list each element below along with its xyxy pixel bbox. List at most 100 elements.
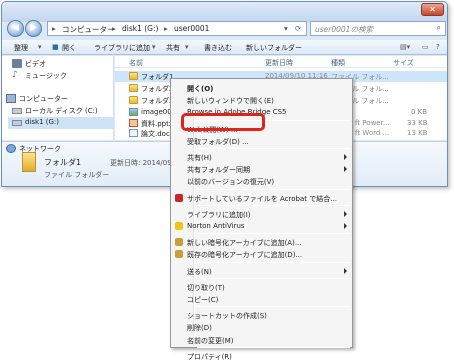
submenu-arrow-icon — [344, 154, 347, 160]
details-name: フォルダ1 — [44, 158, 82, 167]
close-button[interactable]: ✕ — [421, 3, 444, 16]
menu-item-label: Web公開(W) ... — [187, 125, 238, 134]
menu-separator — [197, 119, 350, 121]
help-icon[interactable]: ? — [436, 43, 440, 51]
menu-item[interactable]: 共有(H) — [171, 151, 352, 163]
submenu-arrow-icon — [344, 166, 347, 173]
file-name: フォルダ3 — [141, 97, 174, 105]
sidebar-item-local-disk[interactable]: ローカル ディスク (C:) — [8, 105, 120, 117]
menu-item[interactable]: 共有フォルダー同期 — [171, 163, 352, 175]
search-placeholder: user0001の検索 — [315, 25, 373, 34]
menu-item-label: 共有(H) — [187, 154, 212, 162]
share-button[interactable]: 共有 — [166, 43, 180, 53]
menu-separator — [197, 204, 350, 206]
acrobat-icon — [175, 193, 183, 202]
sidebar-item-computer[interactable]: コンピューター — [2, 93, 114, 105]
chevron-right-icon: ▸ — [112, 24, 116, 33]
norton-icon — [175, 222, 183, 230]
open-icon: ■ — [52, 43, 59, 51]
menu-item[interactable]: 新しいウィンドウで開く(E) — [171, 94, 352, 106]
breadcrumb-computer[interactable]: コンピューター — [62, 24, 115, 35]
word-file-icon — [129, 129, 138, 137]
column-date[interactable]: 更新日時 — [265, 58, 293, 68]
sidebar-item-video[interactable]: ビデオ — [8, 58, 120, 70]
column-name[interactable]: 名前 — [129, 58, 143, 68]
usb-drive-icon — [12, 120, 22, 126]
menu-item[interactable]: 削除(D) — [171, 321, 352, 333]
navigation-pane: ビデオ ♪ ミュージック コンピューター ローカル ディスク (C:) disk… — [2, 56, 114, 140]
address-bar[interactable]: ▸ コンピューター ▸ disk1 (G:) ▸ user0001 ▾ ⟳ — [47, 21, 307, 36]
sidebar-item-music[interactable]: ♪ ミュージック — [8, 70, 120, 82]
menu-item[interactable]: 以前のバージョンの復元(V) — [171, 175, 352, 187]
column-header: 名前 更新日時 種類 サイズ — [115, 56, 447, 68]
menu-item[interactable]: 送る(N) — [171, 265, 352, 277]
menu-item-label: サポートしているファイルを Acrobat で結合... — [187, 194, 337, 203]
menu-item[interactable]: コピー(C) — [171, 293, 352, 305]
folder-icon — [129, 84, 138, 92]
search-icon[interactable]: ⌕ — [437, 23, 441, 33]
menu-item[interactable]: 既存の暗号化アーカイブに追加(D)... — [171, 248, 352, 260]
menu-item[interactable]: Web公開(W) ... — [171, 123, 352, 135]
menu-item[interactable]: 新しい暗号化アーカイブに追加(A)... — [171, 236, 352, 248]
dropdown-icon: ▾ — [38, 43, 42, 51]
menu-separator — [197, 346, 350, 348]
address-row: ◀ ▶ ▸ コンピューター ▸ disk1 (G:) ▸ user0001 ▾ … — [2, 19, 447, 39]
lock-icon — [175, 250, 183, 259]
new-folder-button[interactable]: 新しいフォルダー — [246, 43, 302, 53]
menu-item-label: Norton AntiVirus — [187, 222, 245, 230]
menu-item-label: 切り取り(T) — [187, 283, 225, 292]
dropdown-icon: ▾ — [185, 43, 189, 51]
back-button[interactable]: ◀ — [7, 20, 24, 37]
folder-icon — [22, 152, 36, 172]
menu-item-label: 共有フォルダー同期 — [187, 166, 250, 175]
forward-button[interactable]: ▶ — [25, 20, 42, 37]
network-icon — [6, 144, 16, 153]
menu-item[interactable]: ショートカットの作成(S) — [171, 309, 352, 321]
menu-item-label: ショートカットの作成(S) — [187, 312, 267, 321]
menu-item[interactable]: サポートしているファイルを Acrobat で結合... — [171, 192, 352, 204]
add-to-library-button[interactable]: ライブラリに追加 — [94, 43, 150, 53]
breadcrumb-folder[interactable]: user0001 — [174, 24, 209, 33]
menu-item-label: 削除(D) — [187, 324, 212, 333]
sidebar-item-label: disk1 (G:) — [25, 118, 60, 126]
sidebar-item-label: コンピューター — [19, 95, 68, 103]
breadcrumb-disk[interactable]: disk1 (G:) — [122, 24, 158, 33]
burn-button[interactable]: 書き込む — [204, 43, 232, 53]
music-icon: ♪ — [12, 70, 18, 80]
command-bar: 整理 ▾ ■ 開く ライブラリに追加 ▾ 共有 ▾ 書き込む 新しいフォルダー … — [2, 40, 447, 55]
menu-item-label: Browse in Adobe Bridge CS5 — [187, 108, 287, 117]
menu-item-label: 送る(N) — [187, 267, 212, 276]
file-name: フォルダ1 — [141, 73, 174, 81]
menu-item[interactable]: 切り取り(T) — [171, 281, 352, 293]
folder-icon — [129, 96, 138, 104]
file-name: 論文.docx — [141, 130, 174, 138]
menu-item[interactable]: 名前の変更(M) — [171, 334, 352, 346]
sidebar-item-network[interactable]: ネットワーク — [2, 143, 114, 155]
menu-item[interactable]: Norton AntiVirus — [171, 220, 352, 232]
file-name: フォルダ2 — [141, 85, 174, 93]
menu-item-label: 開く(O) — [187, 85, 214, 93]
menu-item[interactable]: プロパティ(R) — [171, 350, 352, 362]
menu-separator — [197, 306, 350, 308]
view-icon[interactable]: ▤▾ — [400, 43, 410, 51]
sidebar-item-label: ビデオ — [25, 60, 46, 68]
column-size[interactable]: サイズ — [393, 58, 414, 68]
submenu-arrow-icon — [344, 223, 347, 229]
menu-item[interactable]: 受取フォルダ(D) ... — [171, 135, 352, 147]
organize-button[interactable]: 整理 — [14, 43, 28, 53]
dropdown-icon[interactable]: ▾ — [284, 24, 288, 33]
column-type[interactable]: 種類 — [331, 58, 345, 68]
menu-item[interactable]: Browse in Adobe Bridge CS5 — [171, 106, 352, 118]
file-type: ft Word ... — [355, 129, 390, 137]
open-button[interactable]: 開く — [62, 43, 76, 53]
refresh-icon[interactable]: ⟳ — [295, 24, 301, 33]
search-input[interactable]: user0001の検索 ⌕ — [310, 21, 446, 36]
preview-pane-icon[interactable]: ▭ — [422, 43, 429, 51]
folder-icon: ▸ — [52, 24, 56, 33]
menu-item-label: 以前のバージョンの復元(V) — [187, 178, 275, 187]
menu-item[interactable]: ライブラリに追加(I) — [171, 208, 352, 220]
menu-item-label: 新しい暗号化アーカイブに追加(A)... — [187, 239, 302, 248]
sidebar-item-label: ミュージック — [25, 72, 67, 80]
sidebar-item-disk1[interactable]: disk1 (G:) — [8, 117, 114, 129]
menu-item[interactable]: 開く(O) — [171, 82, 352, 94]
